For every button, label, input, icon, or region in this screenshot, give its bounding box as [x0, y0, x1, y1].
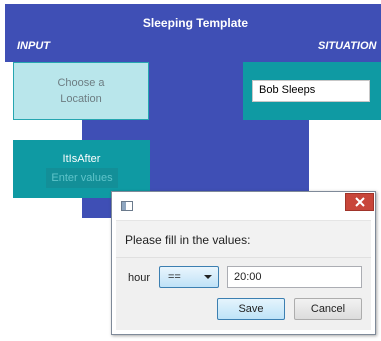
hour-label: hour: [128, 272, 151, 284]
situation-input[interactable]: Bob Sleeps: [252, 80, 370, 102]
window-icon: [121, 201, 133, 211]
operator-select[interactable]: ==: [159, 266, 219, 288]
operator-value: ==: [168, 271, 181, 283]
cancel-button[interactable]: Cancel: [294, 298, 362, 320]
fill-values-dialog: Please fill in the values: hour == 20:00…: [111, 191, 376, 335]
template-title: Sleeping Template: [142, 16, 249, 30]
choose-location-box[interactable]: Choose a Location: [13, 62, 149, 120]
itisafter-values-input[interactable]: Enter values: [46, 168, 118, 188]
dialog-titlebar[interactable]: [112, 192, 375, 220]
location-text: Choose a Location: [57, 77, 105, 105]
save-button[interactable]: Save: [217, 298, 285, 320]
input-label: INPUT: [17, 40, 50, 52]
close-icon: [354, 197, 365, 207]
dialog-header-text: Please fill in the values:: [125, 233, 251, 247]
hour-value-input[interactable]: 20:00: [227, 266, 362, 288]
close-button[interactable]: [345, 193, 374, 211]
chevron-down-icon: [204, 275, 212, 279]
situation-label: SITUATION: [318, 40, 377, 52]
itisafter-title: ItIsAfter: [62, 153, 101, 165]
template-canvas: Sleeping Template INPUT SITUATION Choose…: [0, 0, 381, 341]
